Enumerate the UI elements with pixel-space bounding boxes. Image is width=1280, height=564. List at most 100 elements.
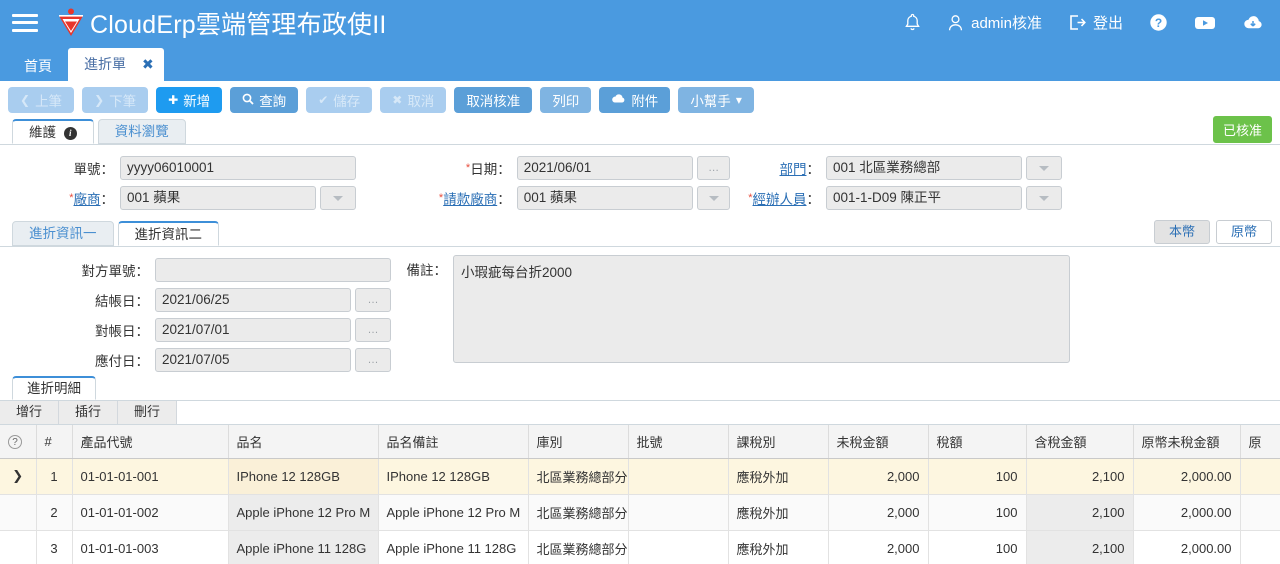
- save-button[interactable]: ✔ 儲存: [306, 87, 373, 113]
- amount-untaxed-cell[interactable]: 2,000: [828, 494, 929, 531]
- orig-currency-col-partial[interactable]: 原: [1240, 425, 1280, 459]
- product-name-note-cell[interactable]: IPhone 12 128GB: [378, 458, 529, 495]
- amount-taxed-cell[interactable]: 2,100: [1026, 530, 1134, 564]
- logout-button[interactable]: 登出: [1068, 12, 1123, 33]
- unapprove-button[interactable]: 取消核准: [454, 87, 533, 113]
- orig-currency-cell[interactable]: [1240, 530, 1280, 564]
- next-record-button[interactable]: ❯ 下筆: [82, 87, 149, 113]
- product-name-col[interactable]: 品名: [228, 425, 379, 459]
- product-code-cell[interactable]: 01-01-01-003: [72, 530, 229, 564]
- batch-no-cell[interactable]: [628, 530, 729, 564]
- table-row[interactable]: 2 01-01-01-002 Apple iPhone 12 Pro M App…: [0, 494, 1280, 531]
- cancel-button[interactable]: ✖ 取消: [380, 87, 447, 113]
- tax-amount-cell[interactable]: 100: [928, 530, 1027, 564]
- tax-type-col[interactable]: 課稅別: [728, 425, 829, 459]
- original-currency-button[interactable]: 原幣: [1215, 220, 1272, 244]
- local-currency-button[interactable]: 本幣: [1153, 220, 1210, 244]
- department-input[interactable]: 001 北區業務總部: [826, 156, 1022, 180]
- memo-textarea[interactable]: [453, 255, 1070, 363]
- date-picker-button[interactable]: …: [697, 156, 730, 180]
- reconcile-date-input[interactable]: 2021/07/01: [155, 318, 351, 342]
- orig-untaxed-cell[interactable]: 2,000.00: [1133, 458, 1241, 495]
- counterparty-doc-no-input[interactable]: [155, 258, 391, 282]
- vendor-input[interactable]: 001 蘋果: [120, 186, 316, 210]
- vendor-dropdown-button[interactable]: [320, 186, 356, 210]
- payable-date-input[interactable]: 2021/07/05: [155, 348, 351, 372]
- warehouse-cell[interactable]: 北區業務總部分: [528, 530, 629, 564]
- warehouse-col[interactable]: 庫別: [528, 425, 629, 459]
- warehouse-cell[interactable]: 北區業務總部分: [528, 494, 629, 531]
- youtube-button[interactable]: [1194, 15, 1216, 31]
- tax-amount-cell[interactable]: 100: [928, 458, 1027, 495]
- product-name-cell[interactable]: Apple iPhone 12 Pro M: [228, 494, 379, 531]
- table-row[interactable]: ❯ 1 01-01-01-001 IPhone 12 128GB IPhone …: [0, 458, 1280, 495]
- amount-taxed-cell[interactable]: 2,100: [1026, 458, 1134, 495]
- orig-currency-cell[interactable]: [1240, 494, 1280, 531]
- logout-label: 登出: [1092, 15, 1123, 32]
- amount-untaxed-cell[interactable]: 2,000: [828, 458, 929, 495]
- insert-row-button[interactable]: 插行: [59, 401, 119, 424]
- tab-maintenance[interactable]: 維護 i: [12, 119, 94, 144]
- amount-taxed-cell[interactable]: 2,100: [1026, 494, 1134, 531]
- batch-no-cell[interactable]: [628, 494, 729, 531]
- payable-date-picker-button[interactable]: …: [355, 348, 391, 372]
- amount-untaxed-col[interactable]: 未稅金額: [828, 425, 929, 459]
- tab-discount-info-2[interactable]: 進折資訊二: [117, 221, 219, 246]
- closing-date-input[interactable]: 2021/06/25: [155, 288, 351, 312]
- product-name-note-col[interactable]: 品名備註: [378, 425, 529, 459]
- warehouse-cell[interactable]: 北區業務總部分: [528, 458, 629, 495]
- download-button[interactable]: [1242, 14, 1264, 31]
- product-name-cell[interactable]: IPhone 12 128GB: [228, 458, 379, 495]
- help-button[interactable]: ?: [1149, 13, 1168, 32]
- orig-currency-cell[interactable]: [1240, 458, 1280, 495]
- helper-button[interactable]: 小幫手 ▾: [678, 87, 754, 113]
- department-dropdown-button[interactable]: [1026, 156, 1062, 180]
- amount-untaxed-cell[interactable]: 2,000: [828, 530, 929, 564]
- date-input[interactable]: 2021/06/01: [516, 156, 694, 180]
- user-menu-button[interactable]: admin核准: [947, 12, 1042, 33]
- tab-discount-detail[interactable]: 進折明細: [12, 376, 96, 400]
- tax-amount-cell[interactable]: 100: [928, 494, 1027, 531]
- add-row-button[interactable]: 增行: [0, 401, 60, 424]
- delete-row-button[interactable]: 刪行: [118, 401, 178, 424]
- product-code-col[interactable]: 產品代號: [72, 425, 229, 459]
- billing-vendor-dropdown-button[interactable]: [697, 186, 730, 210]
- tab-purchase-discount[interactable]: 進折單 ✖: [68, 48, 164, 81]
- tab-home[interactable]: 首頁: [8, 51, 68, 81]
- orig-untaxed-cell[interactable]: 2,000.00: [1133, 530, 1241, 564]
- orig-untaxed-cell[interactable]: 2,000.00: [1133, 494, 1241, 531]
- notifications-button[interactable]: [904, 13, 921, 32]
- amount-taxed-col[interactable]: 含稅金額: [1026, 425, 1134, 459]
- batch-no-cell[interactable]: [628, 458, 729, 495]
- handler-input[interactable]: 001-1-D09 陳正平: [826, 186, 1022, 210]
- tab-data-browse[interactable]: 資料瀏覽: [97, 119, 186, 144]
- print-button[interactable]: 列印: [540, 87, 592, 113]
- product-name-note-cell[interactable]: Apple iPhone 11 128G: [378, 530, 529, 564]
- orig-currency-untaxed-col[interactable]: 原幣未稅金額: [1133, 425, 1241, 459]
- batch-no-col[interactable]: 批號: [628, 425, 729, 459]
- product-code-cell[interactable]: 01-01-01-002: [72, 494, 229, 531]
- tax-amount-col[interactable]: 稅額: [928, 425, 1027, 459]
- handler-dropdown-button[interactable]: [1026, 186, 1062, 210]
- tab-discount-info-1[interactable]: 進折資訊一: [12, 221, 114, 246]
- tax-type-cell[interactable]: 應稅外加: [728, 458, 829, 495]
- hamburger-icon[interactable]: [12, 12, 38, 34]
- table-row[interactable]: 3 01-01-01-003 Apple iPhone 11 128G Appl…: [0, 530, 1280, 564]
- doc-no-input[interactable]: yyyy06010001: [120, 156, 356, 180]
- attachment-button[interactable]: 附件: [599, 87, 671, 113]
- add-button[interactable]: ✚ 新增: [156, 87, 223, 113]
- billing-vendor-input[interactable]: 001 蘋果: [516, 186, 694, 210]
- help-circle-icon[interactable]: ?: [8, 435, 22, 450]
- closing-date-picker-button[interactable]: …: [355, 288, 391, 312]
- prev-record-button[interactable]: ❮ 上筆: [8, 87, 75, 113]
- close-icon[interactable]: ✖: [142, 48, 154, 81]
- tax-type-cell[interactable]: 應稅外加: [728, 530, 829, 564]
- product-name-note-cell[interactable]: Apple iPhone 12 Pro M: [378, 494, 529, 531]
- row-number-col[interactable]: #: [36, 425, 73, 459]
- row-indicator: [0, 530, 37, 564]
- product-name-cell[interactable]: Apple iPhone 11 128G: [228, 530, 379, 564]
- tax-type-cell[interactable]: 應稅外加: [728, 494, 829, 531]
- reconcile-date-picker-button[interactable]: …: [355, 318, 391, 342]
- product-code-cell[interactable]: 01-01-01-001: [72, 458, 229, 495]
- query-button[interactable]: 查詢: [230, 87, 299, 113]
